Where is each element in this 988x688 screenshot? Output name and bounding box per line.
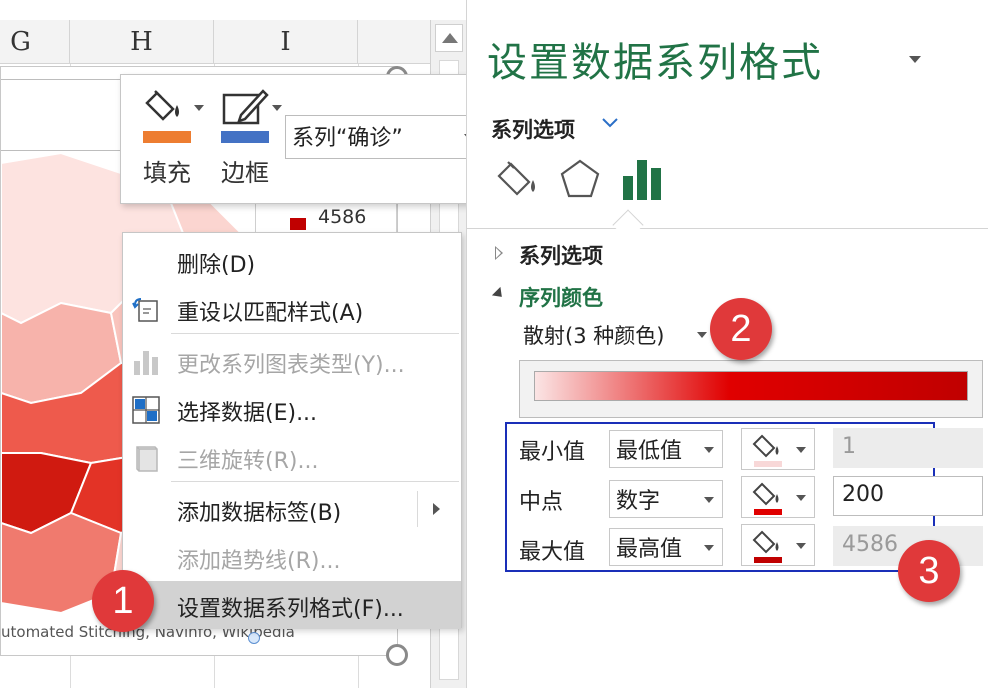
column-header-h[interactable]: H [70, 20, 214, 64]
fill-button[interactable]: 填充 [121, 87, 204, 197]
min-color-strip [754, 461, 782, 467]
color-scheme-select[interactable]: 散射(3 种颜色) [519, 318, 711, 354]
gradient-preview [534, 371, 968, 401]
mini-format-toolbar: 填充 边框 系列“确诊” [120, 74, 490, 204]
min-label: 最小值 [519, 440, 586, 465]
border-dropdown-caret[interactable] [272, 105, 282, 111]
resize-handle-bottom-right[interactable] [386, 644, 408, 666]
step-badge-2: 2 [710, 298, 772, 360]
step-badge-3: 3 [898, 540, 960, 602]
section-series-options[interactable]: 系列选项 [519, 240, 603, 270]
max-type-value: 最高值 [616, 537, 683, 562]
paint-bucket-icon [752, 482, 779, 506]
menu-item-label: 更改系列图表类型(Y)... [177, 353, 405, 378]
bar-chart-icon [134, 351, 158, 375]
paint-bucket-icon [145, 90, 179, 121]
mid-label: 中点 [519, 490, 564, 515]
scroll-up-button[interactable] [435, 24, 463, 52]
menu-item-label: 添加数据标签(B) [177, 501, 342, 526]
min-type-value: 最低值 [616, 439, 683, 464]
mid-type-value: 数字 [616, 489, 661, 514]
border-label: 边框 [221, 159, 269, 187]
legend-color-swatch [290, 218, 306, 230]
menu-item-label: 重设以匹配样式(A) [177, 301, 364, 326]
reset-style-icon [132, 298, 158, 322]
mid-color-picker[interactable] [741, 476, 815, 518]
legend-max-value: 4586 [318, 206, 367, 228]
max-color-strip [754, 557, 782, 563]
chevron-down-icon [796, 543, 806, 549]
menu-item-select-data[interactable]: 选择数据(E)... [123, 385, 461, 433]
menu-item-3d-rotation[interactable]: 三维旋转(R)... [123, 433, 461, 481]
color-scheme-value: 散射(3 种颜色) [523, 324, 665, 348]
pane-options-caret[interactable] [909, 56, 921, 63]
gradient-preview-box [519, 360, 983, 418]
tab-divider [467, 228, 988, 229]
chevron-down-icon [796, 447, 806, 453]
3d-rotation-icon [136, 446, 158, 472]
effects-pentagon-icon[interactable] [557, 156, 603, 202]
column-header-i[interactable]: I [214, 20, 358, 64]
submenu-divider [417, 491, 418, 527]
mid-color-strip [754, 509, 782, 515]
chevron-down-icon [704, 497, 714, 503]
min-type-select[interactable]: 最低值 [609, 430, 723, 468]
fill-label: 填充 [143, 159, 191, 187]
series-options-dropdown[interactable]: 系列选项 [491, 114, 575, 144]
min-value-field: 1 [833, 428, 983, 468]
chevron-down-icon [704, 545, 714, 551]
select-data-icon [132, 396, 160, 424]
min-color-picker[interactable] [741, 428, 815, 470]
chevron-down-icon [796, 495, 806, 501]
menu-item-label: 设置数据系列格式(F)... [177, 597, 404, 622]
pen-border-icon [222, 89, 269, 125]
step-badge-1: 1 [92, 570, 154, 632]
collapsed-arrow-icon[interactable] [495, 246, 503, 260]
mid-type-select[interactable]: 数字 [609, 480, 723, 518]
expanded-arrow-icon[interactable] [491, 286, 507, 302]
menu-item-change-chart-type[interactable]: 更改系列图表类型(Y)... [123, 337, 461, 385]
column-header-g[interactable]: G [0, 20, 70, 64]
max-type-select[interactable]: 最高值 [609, 528, 723, 566]
menu-item-label: 添加趋势线(R)... [177, 549, 341, 574]
menu-separator [171, 481, 459, 482]
paint-bucket-icon [752, 530, 779, 554]
max-color-picker[interactable] [741, 524, 815, 566]
series-select-value: 系列“确诊” [292, 126, 403, 151]
chevron-down-icon [704, 447, 714, 453]
series-options-tab-icon[interactable] [619, 156, 665, 202]
menu-item-delete[interactable]: 删除(D) [123, 237, 461, 285]
menu-item-label: 选择数据(E)... [177, 401, 318, 426]
context-menu: 删除(D) 重设以匹配样式(A) 更改系列图表类型(Y)... 选择数据(E).… [122, 232, 462, 629]
column-header-row: G H I [0, 20, 430, 64]
series-point-handle[interactable] [248, 632, 260, 644]
menu-item-format-data-series[interactable]: 设置数据系列格式(F)... [123, 581, 461, 629]
menu-item-add-data-labels[interactable]: 添加数据标签(B) [123, 485, 461, 533]
fill-color-bar [143, 131, 191, 143]
section-series-color[interactable]: 序列颜色 [519, 282, 603, 312]
pane-title: 设置数据系列格式 [487, 40, 823, 86]
mid-value-field[interactable]: 200 [833, 476, 983, 516]
submenu-arrow-icon[interactable] [433, 503, 440, 515]
menu-item-add-trendline[interactable]: 添加趋势线(R)... [123, 533, 461, 581]
chevron-down-icon [697, 332, 707, 338]
menu-item-reset-style[interactable]: 重设以匹配样式(A) [123, 285, 461, 333]
max-label: 最大值 [519, 540, 586, 565]
border-color-bar [221, 131, 269, 143]
active-tab-indicator [612, 209, 644, 241]
paint-bucket-icon [752, 434, 779, 458]
series-select-dropdown[interactable]: 系列“确诊” [285, 115, 483, 159]
fill-line-tab-icon[interactable] [495, 156, 541, 202]
chevron-down-icon[interactable] [601, 114, 619, 132]
border-button[interactable]: 边框 [199, 87, 282, 197]
menu-separator [171, 333, 459, 334]
menu-item-label: 删除(D) [177, 253, 256, 278]
menu-item-label: 三维旋转(R)... [177, 449, 319, 474]
